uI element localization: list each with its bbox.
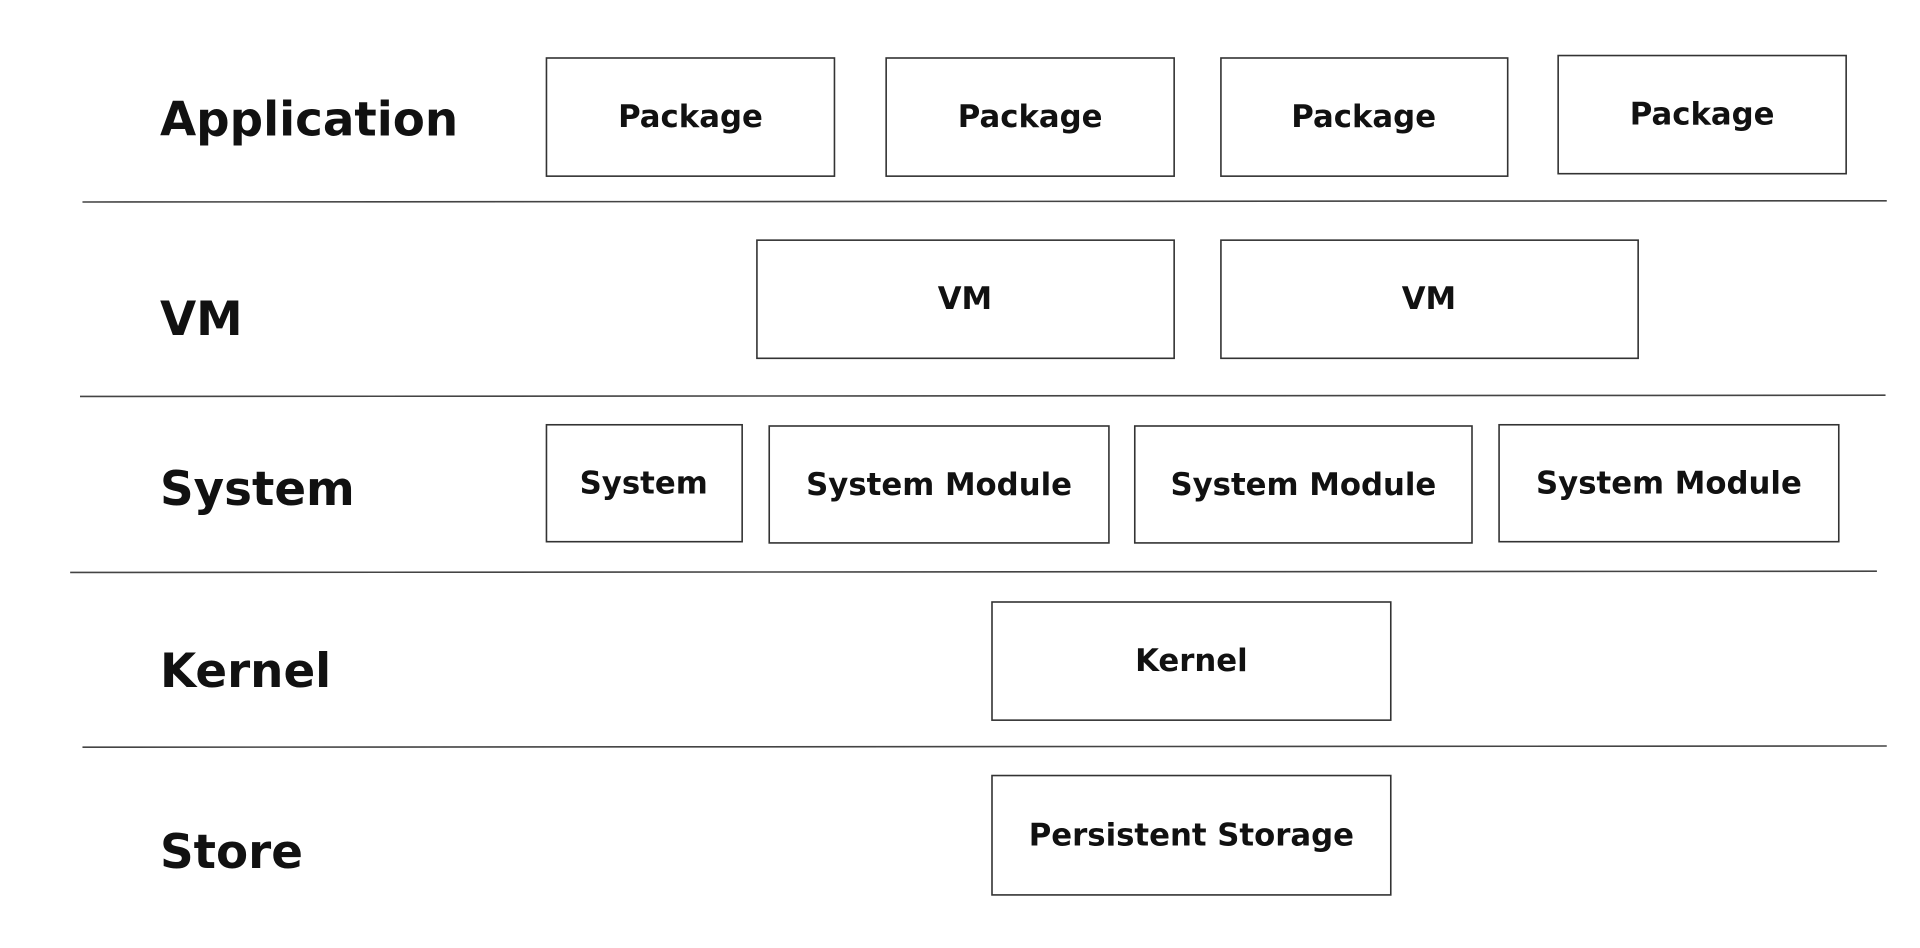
layer-label-application: Application — [160, 94, 458, 148]
layer-label-kernel: Kernel — [160, 645, 331, 699]
svg-text:Kernel: Kernel — [1135, 643, 1248, 679]
vm-box: VM — [1220, 239, 1639, 360]
system-module-box: System Module — [1133, 425, 1473, 544]
system-module-box: System Module — [768, 425, 1110, 544]
svg-text:Package: Package — [618, 99, 763, 135]
layer-label-vm: VM — [160, 293, 243, 347]
package-box: Package — [1220, 57, 1509, 177]
vm-box: VM — [756, 239, 1175, 360]
package-box: Package — [885, 57, 1175, 177]
system-module-box: System Module — [1498, 423, 1840, 543]
layer-diagram: Application VM System Kernel Store Packa… — [70, 54, 1887, 896]
svg-text:VM: VM — [938, 281, 992, 317]
layer-label-store: Store — [160, 826, 303, 880]
svg-text:Package: Package — [1291, 99, 1436, 135]
svg-text:System Module: System Module — [1170, 467, 1436, 503]
svg-text:System: System — [580, 466, 708, 502]
persistent-storage-box: Persistent Storage — [991, 774, 1392, 896]
layer-divider — [82, 199, 1887, 203]
svg-text:System Module: System Module — [806, 467, 1072, 503]
layer-label-system: System — [160, 463, 355, 517]
layer-divider — [82, 745, 1887, 749]
system-box: System — [545, 423, 743, 543]
layer-divider — [79, 394, 1886, 398]
svg-text:Package: Package — [1630, 96, 1775, 132]
layer-divider — [70, 570, 1877, 574]
package-box: Package — [545, 57, 836, 177]
svg-text:System Module: System Module — [1536, 466, 1802, 502]
kernel-box: Kernel — [991, 601, 1392, 721]
svg-text:VM: VM — [1402, 281, 1456, 317]
package-box: Package — [1557, 54, 1847, 175]
svg-text:Persistent Storage: Persistent Storage — [1029, 818, 1354, 854]
svg-text:Package: Package — [958, 99, 1103, 135]
